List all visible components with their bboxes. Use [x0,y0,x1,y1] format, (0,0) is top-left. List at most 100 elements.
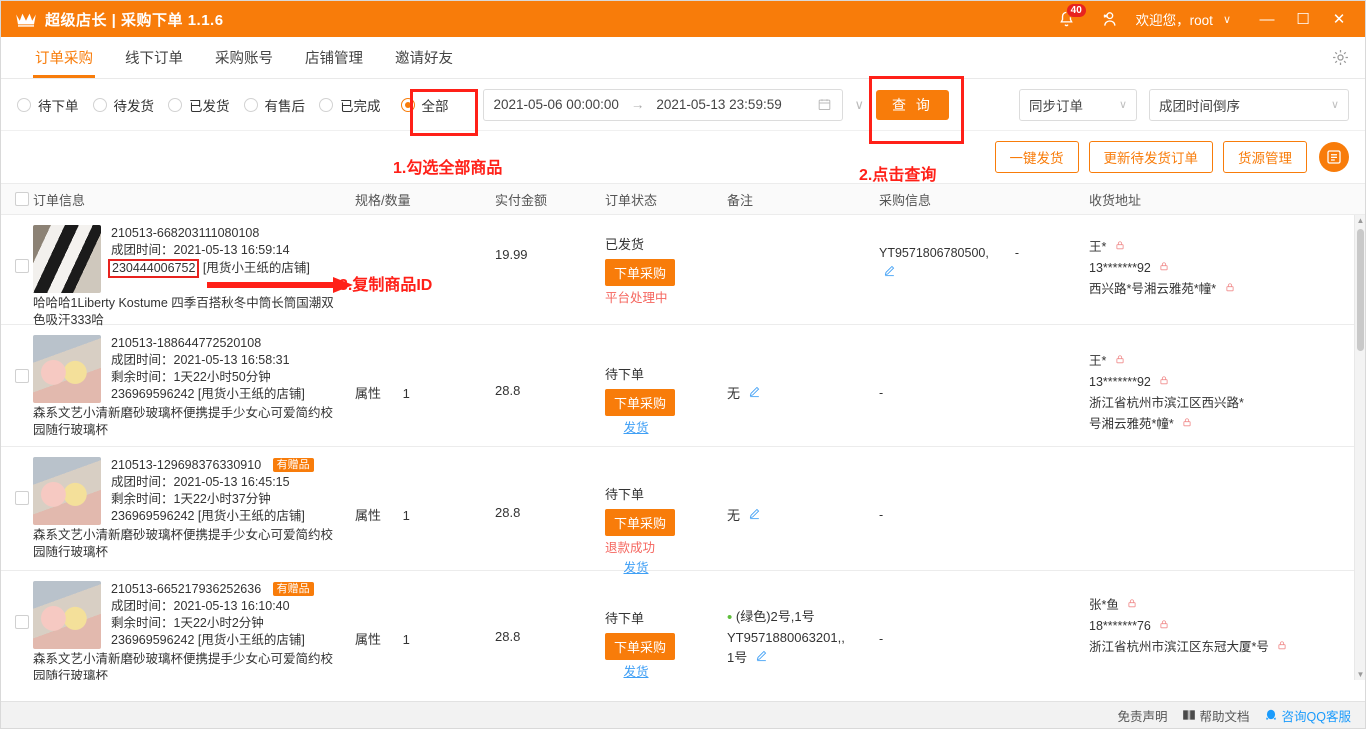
nav-item-shop-management[interactable]: 店铺管理 [289,37,379,78]
nav-item-purchase-account[interactable]: 采购账号 [199,37,289,78]
place-order-button[interactable]: 下单采购 [605,259,676,286]
product-id[interactable]: 236969596242 [111,509,194,523]
lock-icon[interactable] [1225,279,1234,292]
row-select-cell [1,225,33,316]
product-thumbnail[interactable] [33,335,101,403]
ship-link[interactable]: 发货 [605,418,667,438]
receiver-address: 浙江省杭州市滨江区东冠大厦*号 [1089,640,1269,654]
place-order-button[interactable]: 下单采购 [605,389,676,416]
select-all-checkbox[interactable] [15,192,29,206]
nav-item-offline-order[interactable]: 线下订单 [109,37,199,78]
qq-service-link[interactable]: 咨询QQ客服 [1264,706,1351,725]
header-order-info: 订单信息 [33,192,86,208]
lock-icon[interactable] [1115,351,1124,364]
sort-order-value: 成团时间倒序 [1159,98,1240,114]
query-button[interactable]: 查 询 [876,89,949,120]
product-id[interactable]: 236969596242 [111,633,194,647]
one-key-ship-button[interactable]: 一键发货 [994,141,1079,173]
place-order-button[interactable]: 下单采购 [605,509,676,536]
pencil-icon[interactable] [748,507,761,523]
table-row[interactable]: 210513-668203111080108 成团时间：2021-05-13 1… [1,215,1365,327]
row-checkbox[interactable] [15,259,29,273]
close-button[interactable]: ✕ [1321,1,1357,37]
chevron-filter-icon[interactable]: ∨ [855,97,865,113]
radio-after-sale[interactable]: 有售后 [243,95,305,115]
lock-icon[interactable] [1159,616,1168,629]
radio-pending-order[interactable]: 待下单 [17,95,79,115]
user-icon[interactable] [1098,8,1120,30]
radio-all[interactable]: 全部 [400,95,449,115]
list-menu-icon[interactable] [1319,142,1349,172]
lock-icon[interactable] [1115,237,1124,250]
nav-item-invite-friends[interactable]: 邀请好友 [379,37,469,78]
table-row[interactable]: 210513-129698376330910 有赠品 成团时间：2021-05-… [1,447,1365,575]
lock-icon[interactable] [1277,637,1286,650]
disclaimer-link[interactable]: 免责声明 [1118,706,1168,725]
quantity: 1 [402,386,410,401]
radio-label: 已发货 [189,98,230,114]
bell-icon[interactable]: 40 [1056,3,1087,30]
spec-qty-cell: 属性 1 [355,335,495,438]
lock-icon[interactable] [1127,595,1136,608]
nav-label: 线下订单 [125,51,183,67]
product-id[interactable]: 230444006752 [108,259,200,278]
spec-label: 属性 [355,508,382,523]
product-id[interactable]: 236969596242 [111,387,194,401]
product-title: 森系文艺小清新磨砂玻璃杯便携提手少女心可爱简约校园随行玻璃杯 [33,528,334,559]
main-navigation: 订单采购 线下订单 采购账号 店铺管理 邀请好友 [1,37,1365,79]
pencil-icon[interactable] [748,385,761,401]
help-doc-link[interactable]: 帮助文档 [1182,706,1250,725]
nav-label: 采购账号 [215,51,273,67]
gear-icon[interactable] [1331,48,1351,68]
shop-name: [甩货小王纸的店铺] [197,509,305,523]
shipping-address-cell: 张*鱼 18*******76 浙江省杭州市滨江区东冠大厦*号 [1089,581,1365,680]
scroll-up-arrow-icon[interactable]: ▲ [1356,216,1365,225]
qq-penguin-icon [1264,708,1278,722]
radio-dot-icon [17,97,31,112]
pencil-icon[interactable] [883,263,896,283]
receiver-address: 西兴路*号湘云雅苑*幢* [1089,282,1217,296]
vertical-scrollbar[interactable]: ▲ ▼ [1354,215,1365,680]
product-thumbnail[interactable] [33,581,101,649]
table-row[interactable]: 210513-665217936252636 有赠品 成团时间：2021-05-… [1,571,1365,680]
radio-shipped[interactable]: 已发货 [168,95,230,115]
product-thumbnail[interactable] [33,457,101,525]
row-checkbox[interactable] [15,491,29,505]
lock-icon[interactable] [1159,372,1168,385]
scrollbar-thumb[interactable] [1357,229,1364,351]
chevron-down-icon[interactable]: ∨ [1223,13,1231,26]
sync-order-select[interactable]: 同步订单 ∨ [1019,88,1137,121]
welcome-label[interactable]: 欢迎您，root [1136,9,1213,29]
order-status-cell: 待下单 下单采购 发货 [605,335,727,438]
row-checkbox[interactable] [15,615,29,629]
book-icon [1182,708,1196,722]
date-end-input[interactable]: 2021-05-13 23:59:59 [656,97,781,112]
pencil-icon[interactable] [755,648,768,668]
nav-item-order-purchase[interactable]: 订单采购 [19,37,109,78]
sort-order-select[interactable]: 成团时间倒序 ∨ [1149,88,1349,121]
row-select-cell [1,581,33,680]
crown-icon [15,11,37,27]
ship-link[interactable]: 发货 [605,662,667,680]
date-start-input[interactable]: 2021-05-06 00:00:00 [494,97,619,112]
product-thumbnail[interactable] [33,225,101,293]
maximize-button[interactable]: ☐ [1285,1,1321,37]
row-select-cell [1,335,33,438]
order-status-cell: 待下单 下单采购 发货 [605,581,727,680]
update-pending-orders-button[interactable]: 更新待发货订单 [1088,141,1213,173]
order-table-body[interactable]: 210513-668203111080108 成团时间：2021-05-13 1… [1,215,1365,680]
lock-icon[interactable] [1182,414,1191,427]
row-checkbox[interactable] [15,369,29,383]
radio-dot-icon [92,97,107,112]
table-row[interactable]: 210513-188644772520108 成团时间：2021-05-13 1… [1,325,1365,447]
date-range-picker[interactable]: 2021-05-06 00:00:00 → 2021-05-13 23:59:5… [482,88,843,121]
supply-management-button[interactable]: 货源管理 [1223,141,1307,173]
place-order-button[interactable]: 下单采购 [605,633,676,660]
lock-icon[interactable] [1159,258,1168,271]
scroll-down-arrow-icon[interactable]: ▼ [1356,670,1365,679]
minimize-button[interactable]: — [1249,1,1285,37]
calendar-icon[interactable] [817,97,832,112]
radio-pending-shipment[interactable]: 待发货 [92,95,154,115]
purchase-line3: 1号 [727,650,748,665]
radio-completed[interactable]: 已完成 [319,95,381,115]
